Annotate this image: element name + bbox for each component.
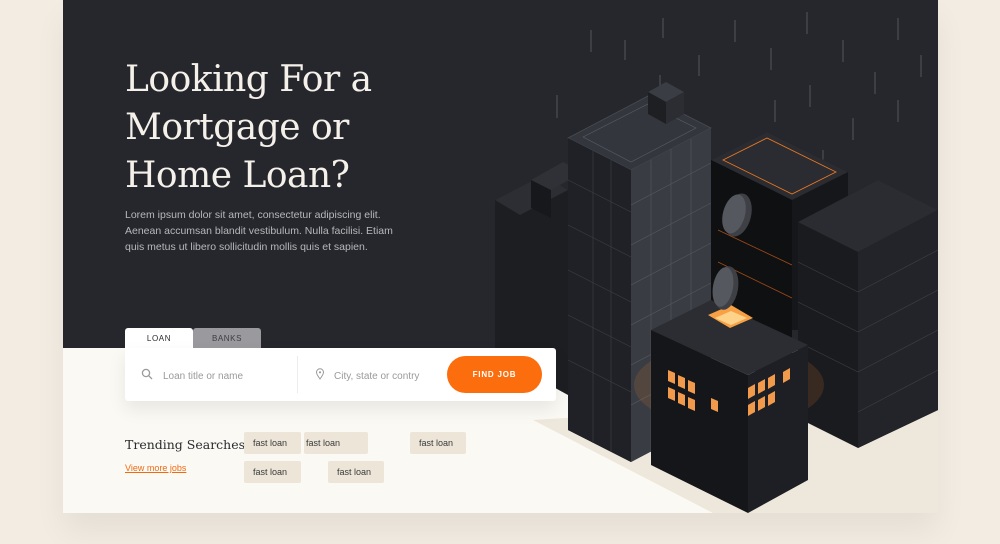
hero-title: Looking For a Mortgage or Home Loan? xyxy=(125,59,372,196)
tab-banks[interactable]: BANKS xyxy=(193,328,261,350)
search-divider xyxy=(297,356,298,393)
location-input[interactable] xyxy=(332,366,446,386)
trending-title: Trending Searches xyxy=(125,437,246,452)
trending-chip[interactable]: fast loan xyxy=(244,432,301,454)
trending-chip[interactable]: fast loan xyxy=(244,461,301,483)
find-job-button[interactable]: FIND JOB xyxy=(447,356,542,393)
loan-search-input[interactable] xyxy=(161,366,295,386)
view-more-jobs-link[interactable]: View more jobs xyxy=(125,463,186,473)
hero-description: Lorem ipsum dolor sit amet, consectetur … xyxy=(125,209,393,253)
trending-chip[interactable]: fast loan xyxy=(304,432,368,454)
search-icon xyxy=(141,368,153,380)
trending-chip[interactable]: fast loan xyxy=(328,461,384,483)
location-pin-icon xyxy=(315,368,325,380)
landing-card: Looking For a Mortgage or Home Loan? Lor… xyxy=(63,0,938,513)
trending-chip[interactable]: fast loan xyxy=(410,432,466,454)
tab-loan[interactable]: LOAN xyxy=(125,328,193,350)
search-panel: FIND JOB xyxy=(125,348,556,401)
